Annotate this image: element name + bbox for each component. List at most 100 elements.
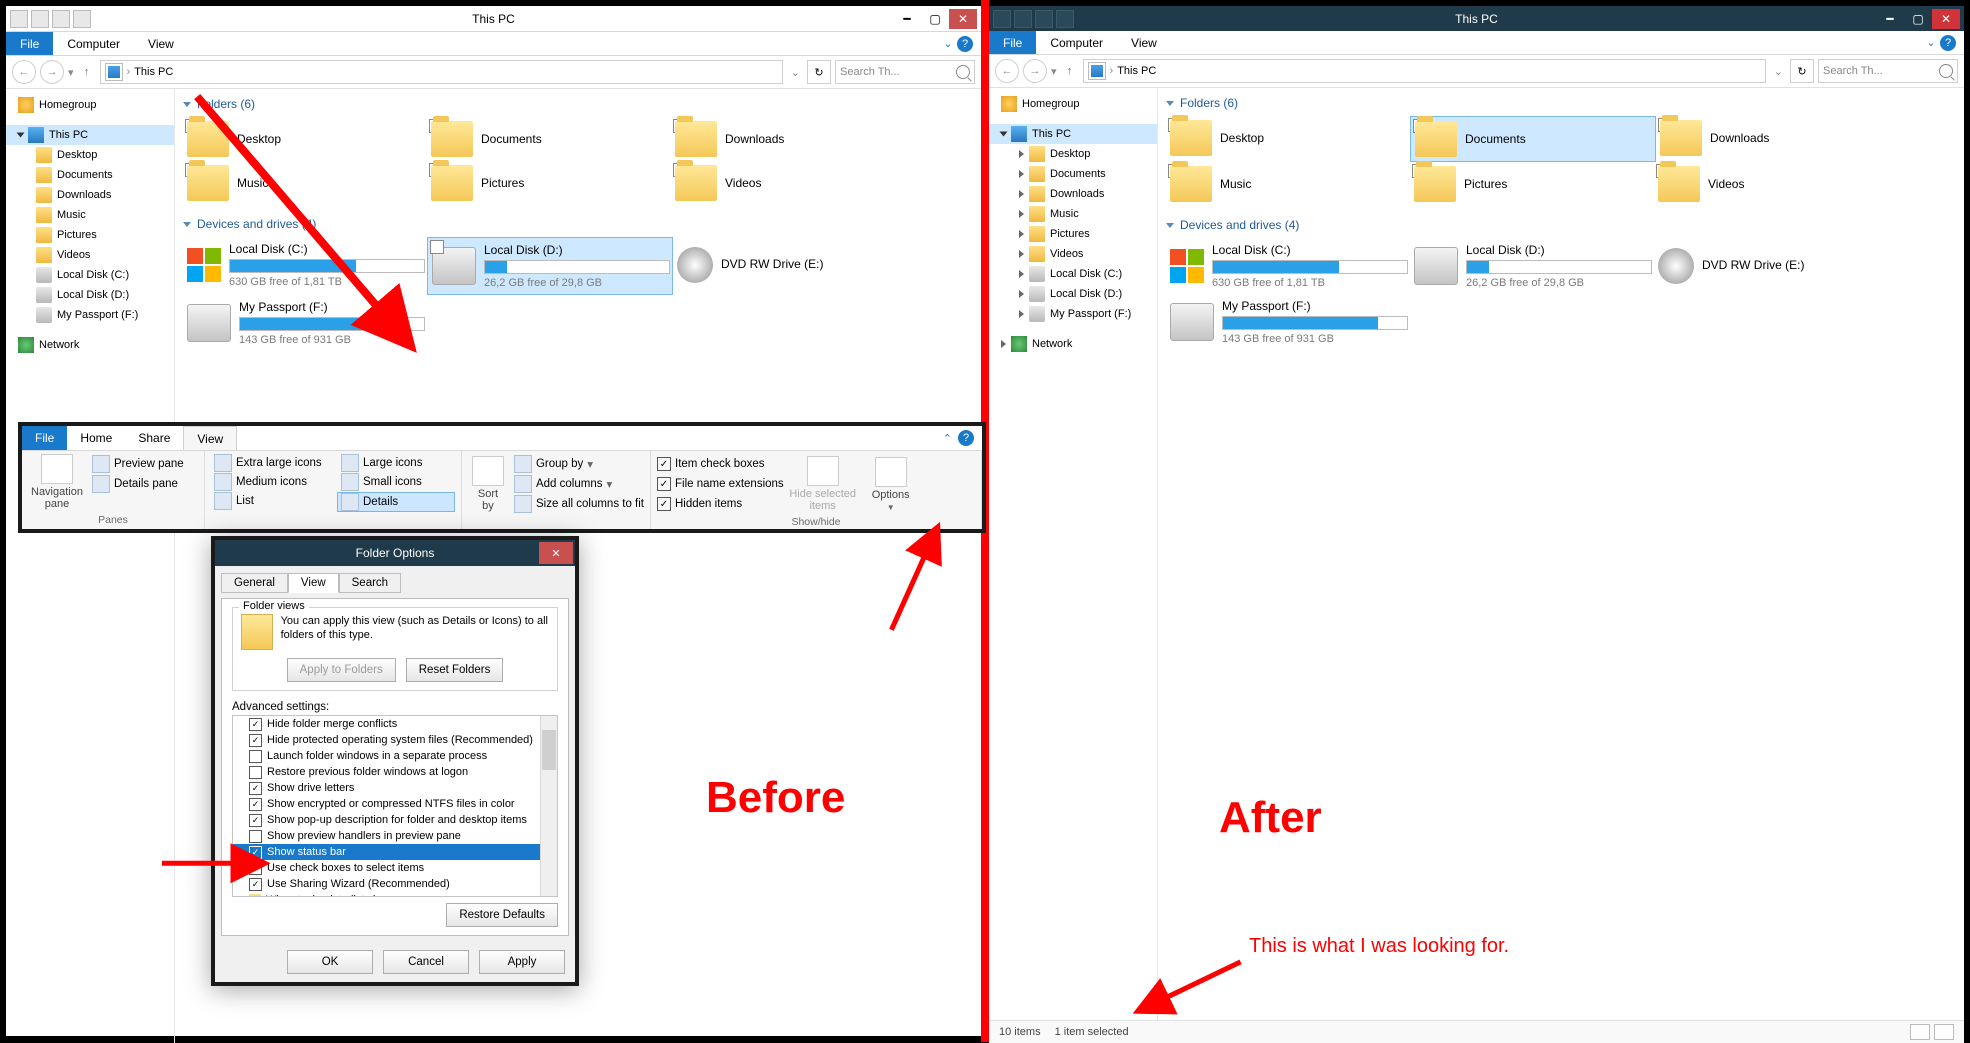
nav-videos[interactable]: Videos [6,245,174,265]
layout-medium[interactable]: Medium icons [211,473,328,491]
address-input[interactable]: › This PC [1083,59,1766,83]
nav-up-button[interactable]: ↑ [1061,60,1079,82]
restore-defaults-button[interactable]: Restore Defaults [446,903,558,927]
checkbox-icon[interactable]: ✓ [249,878,262,891]
cancel-button[interactable]: Cancel [383,950,469,974]
nav-this-pc[interactable]: This PC [989,124,1157,144]
search-input[interactable]: Search Th... [1818,59,1958,83]
ribbon-tab-home[interactable]: Home [67,426,125,450]
add-columns-button[interactable]: Add columns▾ [514,474,644,494]
checkbox-icon[interactable]: ✓ [249,718,262,731]
folder-tile[interactable]: Videos [671,161,915,205]
folder-tile[interactable]: Music [1166,162,1410,206]
view-details-button[interactable] [1910,1024,1930,1040]
checkbox-icon[interactable]: ✓ [249,814,262,827]
nav-drive-c[interactable]: Local Disk (C:) [989,264,1157,284]
qat-icon[interactable] [1056,10,1074,28]
preview-pane-button[interactable]: Preview pane [92,454,184,474]
folder-tile[interactable]: ✓ Desktop [1166,116,1410,160]
expand-icon[interactable] [1019,230,1024,238]
expand-icon[interactable] [1019,250,1024,258]
nav-back-button[interactable]: ← [12,60,36,84]
maximize-button[interactable]: ▢ [921,9,949,29]
nav-desktop[interactable]: Desktop [989,144,1157,164]
address-dropdown-icon[interactable]: ⌄ [1770,65,1787,78]
qat-icon[interactable] [1014,10,1032,28]
dialog-tab-view[interactable]: View [288,573,339,593]
navigation-pane[interactable]: Homegroup This PC Desktop Documents Down… [989,88,1158,1020]
checkbox-icon[interactable]: ✓ [249,846,262,859]
layout-small[interactable]: Small icons [338,473,455,491]
checkbox-icon[interactable] [249,830,262,843]
recent-locations-icon[interactable]: ▾ [1051,65,1057,78]
nav-network[interactable]: Network [6,335,174,355]
expand-icon[interactable] [1000,132,1008,137]
close-button[interactable]: ✕ [949,9,977,29]
group-folders[interactable]: Folders (6) [1158,92,1964,114]
qat-icon[interactable] [52,10,70,28]
nav-pictures[interactable]: Pictures [6,225,174,245]
expand-icon[interactable] [1019,210,1024,218]
ribbon-tab-share[interactable]: Share [125,426,183,450]
folder-tile[interactable]: Downloads [671,117,915,161]
qat-icon[interactable] [10,10,28,28]
expand-icon[interactable] [1019,170,1024,178]
advanced-settings-list[interactable]: ✓Hide folder merge conflicts✓Hide protec… [232,715,558,897]
checkbox-icon[interactable] [249,766,262,779]
refresh-button[interactable]: ↻ [807,60,831,84]
expand-icon[interactable] [1019,150,1024,158]
qat-icon[interactable] [73,10,91,28]
address-input[interactable]: › This PC [100,60,783,84]
advanced-setting-row[interactable]: ✓Use Sharing Wizard (Recommended) [233,876,557,892]
content-area[interactable]: Folders (6) ✓ Desktop Documents Download… [1158,88,1964,1020]
minimize-button[interactable]: ━ [893,9,921,29]
advanced-setting-row[interactable]: ✓Hide folder merge conflicts [233,716,557,732]
nav-drive-d[interactable]: Local Disk (D:) [6,285,174,305]
nav-drive-f[interactable]: My Passport (F:) [989,304,1157,324]
checkbox-icon[interactable]: ✓ [249,798,262,811]
folder-tile[interactable]: ✓ Desktop [183,117,427,161]
expand-ribbon-icon[interactable]: ⌄ [941,37,955,51]
details-pane-button[interactable]: Details pane [92,474,184,494]
advanced-setting-row[interactable]: Launch folder windows in a separate proc… [233,748,557,764]
maximize-button[interactable]: ▢ [1904,9,1932,29]
layout-details[interactable]: Details [337,492,455,512]
nav-forward-button[interactable]: → [40,60,64,84]
tab-computer[interactable]: Computer [53,32,134,55]
drive-tile[interactable]: My Passport (F:)143 GB free of 931 GB [1166,294,1410,350]
ribbon-tab-view[interactable]: View [183,426,237,450]
folder-tile[interactable]: Pictures [427,161,671,205]
drive-tile[interactable]: DVD RW Drive (E:) [1654,238,1898,294]
nav-this-pc[interactable]: This PC [6,125,174,145]
group-folders[interactable]: Folders (6) [175,93,981,115]
qat-icon[interactable] [1035,10,1053,28]
drive-tile[interactable]: Local Disk (D:)26,2 GB free of 29,8 GB [427,237,673,295]
help-icon[interactable]: ? [957,36,973,52]
checkbox-icon[interactable]: ✓ [249,862,262,875]
nav-drive-d[interactable]: Local Disk (D:) [989,284,1157,304]
reset-folders-button[interactable]: Reset Folders [406,658,504,682]
ok-button[interactable]: OK [287,950,373,974]
nav-documents[interactable]: Documents [6,165,174,185]
close-button[interactable]: ✕ [1932,9,1960,29]
tab-computer[interactable]: Computer [1036,31,1117,54]
expand-icon[interactable] [1001,340,1006,348]
checkbox-icon[interactable]: ✓ [249,734,262,747]
advanced-setting-row[interactable]: When typing into list view [233,892,557,897]
nav-drive-c[interactable]: Local Disk (C:) [6,265,174,285]
drive-tile[interactable]: Local Disk (C:)630 GB free of 1,81 TB [1166,238,1410,294]
checkbox-icon[interactable] [430,240,444,254]
folder-tile[interactable]: Documents [427,117,671,161]
dialog-tab-general[interactable]: General [221,573,288,593]
expand-ribbon-icon[interactable]: ⌄ [1924,36,1938,50]
nav-back-button[interactable]: ← [995,59,1019,83]
view-tiles-button[interactable] [1934,1024,1954,1040]
advanced-setting-row[interactable]: ✓Show pop-up description for folder and … [233,812,557,828]
dialog-close-button[interactable]: ✕ [539,542,573,564]
layout-large[interactable]: Large icons [338,454,455,472]
group-drives[interactable]: Devices and drives (4) [1158,214,1964,236]
nav-up-button[interactable]: ↑ [78,61,96,83]
advanced-setting-row[interactable]: ✓Show status bar [233,844,557,860]
nav-pictures[interactable]: Pictures [989,224,1157,244]
qat-icon[interactable] [31,10,49,28]
